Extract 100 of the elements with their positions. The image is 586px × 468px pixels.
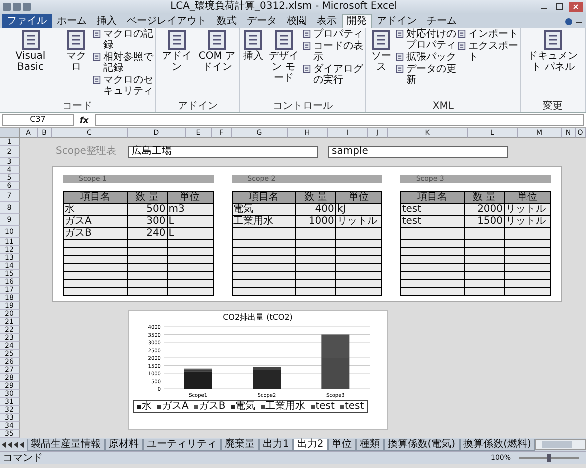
group-label: XML	[432, 101, 455, 112]
legend-swatch	[260, 404, 265, 408]
document-icon	[303, 42, 312, 50]
ribbon-button[interactable]: エクスポート	[458, 41, 518, 63]
group-label: 変更	[542, 101, 564, 112]
ribbon-tab[interactable]: チーム	[422, 14, 462, 28]
document-icon	[303, 30, 312, 38]
ribbon-button[interactable]: マクロ	[61, 29, 92, 101]
table-cell: 工業用水	[232, 216, 296, 228]
ribbon-tab[interactable]: 表示	[312, 14, 342, 28]
table-cell: m3	[167, 204, 214, 216]
ribbon-button[interactable]: アドイン	[158, 29, 196, 101]
legend-label: ガスB	[198, 401, 226, 412]
legend-label: ガスA	[162, 401, 189, 412]
ribbon-button[interactable]: 拡張パック	[396, 52, 456, 63]
document-icon	[396, 53, 404, 61]
sheet-tab[interactable]: 換算係数(燃料)	[460, 439, 536, 451]
legend-label: test	[316, 401, 335, 412]
legend-label: test	[344, 401, 364, 412]
ribbon-button[interactable]: 対応付けのプロパティ	[396, 29, 456, 51]
ribbon-tab[interactable]: ホーム	[52, 14, 92, 28]
document-icon	[371, 30, 392, 50]
document-icon	[396, 65, 404, 73]
ribbon-button[interactable]: ドキュメント パネル	[523, 29, 583, 101]
ribbon-button[interactable]: ソース	[368, 29, 394, 101]
ribbon-tab[interactable]: 校閲	[282, 14, 312, 28]
close-icon[interactable]	[569, 2, 583, 12]
sheet-tab[interactable]: 出力2	[293, 439, 328, 451]
help-icon[interactable]	[565, 18, 573, 26]
sheet-tab[interactable]: 種類	[356, 439, 384, 451]
name-box[interactable]: C37	[2, 114, 74, 126]
ribbon-button[interactable]: 挿入	[242, 29, 264, 101]
document-icon	[543, 30, 564, 50]
ribbon-button[interactable]: データの更新	[396, 64, 456, 86]
table-cell: ガスA	[64, 216, 128, 228]
input-field[interactable]: sample	[328, 146, 508, 158]
group-label: コントロール	[272, 101, 334, 112]
sheet-tab[interactable]: ユーティリティ	[143, 439, 221, 451]
bar	[322, 358, 350, 389]
document-icon	[93, 53, 102, 61]
table-cell: test	[400, 216, 465, 228]
slider-thumb[interactable]	[547, 454, 551, 462]
ribbon-button[interactable]: マクロの記録	[93, 29, 154, 51]
sheet-tab[interactable]: 単位	[328, 439, 356, 451]
document-icon	[93, 76, 102, 84]
legend-swatch	[157, 404, 161, 408]
function-button[interactable]: fx	[78, 116, 91, 124]
input-field[interactable]: 広島工場	[128, 146, 318, 158]
ribbon-button[interactable]: Visual Basic	[2, 29, 60, 101]
ribbon-tab[interactable]: 挿入	[92, 14, 122, 28]
table-cell: L	[167, 228, 214, 240]
table-cell: リットル	[504, 204, 551, 216]
ribbon-button[interactable]: ダイアログの実行	[303, 64, 364, 86]
document-icon	[396, 30, 404, 38]
sheet-tab[interactable]: 製品生産量情報	[27, 439, 105, 451]
column-heading: 単位	[336, 192, 382, 204]
legend-label: 工業用水	[266, 401, 306, 412]
ribbon-tab[interactable]: アドイン	[372, 14, 422, 28]
ribbon-tab[interactable]: ページレイアウト	[122, 14, 212, 28]
sheet-tab[interactable]: 換算係数(電気)	[384, 439, 460, 451]
ribbon-tab[interactable]: データ	[242, 14, 282, 28]
table-cell: test	[400, 204, 465, 216]
sheet-tab[interactable]: 出力1	[259, 439, 294, 451]
document-icon	[207, 30, 228, 50]
ribbon-tab[interactable]: ファイル	[2, 14, 52, 28]
ribbon-button[interactable]: 相対参照で記録	[93, 52, 154, 74]
status-text: コマンド	[3, 452, 43, 464]
table-cell: kJ	[336, 204, 382, 216]
column-heading: 単位	[167, 192, 214, 204]
ribbon-button[interactable]: マクロのセキュリティ	[93, 75, 154, 97]
table-cell: 電気	[232, 204, 296, 216]
column-heading: 項目名	[400, 192, 465, 204]
document-icon	[243, 30, 264, 50]
scroll-bar[interactable]	[535, 439, 586, 450]
legend-swatch	[137, 404, 141, 408]
document-icon	[93, 30, 102, 38]
ribbon-button[interactable]: プロパティ	[303, 29, 364, 40]
ribbon-tab[interactable]: 開発	[342, 14, 372, 28]
table-cell: 水	[64, 204, 128, 216]
ribbon-button[interactable]: COM アドイン	[197, 29, 238, 101]
formula-input[interactable]	[94, 114, 584, 126]
legend-swatch	[340, 404, 344, 408]
document-icon	[66, 30, 86, 50]
ribbon-button[interactable]: デザイン モード	[266, 29, 302, 101]
ribbon-tab[interactable]: 数式	[212, 14, 242, 28]
legend-label: 電気	[236, 401, 256, 412]
sheet-title: Scope整理表	[55, 146, 118, 158]
column-heading: 項目名	[232, 192, 296, 204]
ribbon-button[interactable]: コードの表示	[303, 41, 364, 63]
legend-swatch	[310, 404, 315, 408]
document-icon	[274, 30, 294, 50]
bar	[322, 334, 350, 358]
sheet-tab[interactable]: 原材料	[105, 439, 143, 451]
document-icon	[458, 30, 466, 38]
table-cell: L	[167, 216, 214, 228]
window-title: LCA_環境負荷計算_0312.xlsm - Microsoft Excel	[170, 1, 398, 13]
legend-swatch	[194, 404, 198, 408]
sheet-tab[interactable]: 廃棄量	[221, 439, 259, 451]
legend-swatch	[230, 404, 235, 408]
ribbon-button[interactable]: インポート	[458, 29, 518, 40]
